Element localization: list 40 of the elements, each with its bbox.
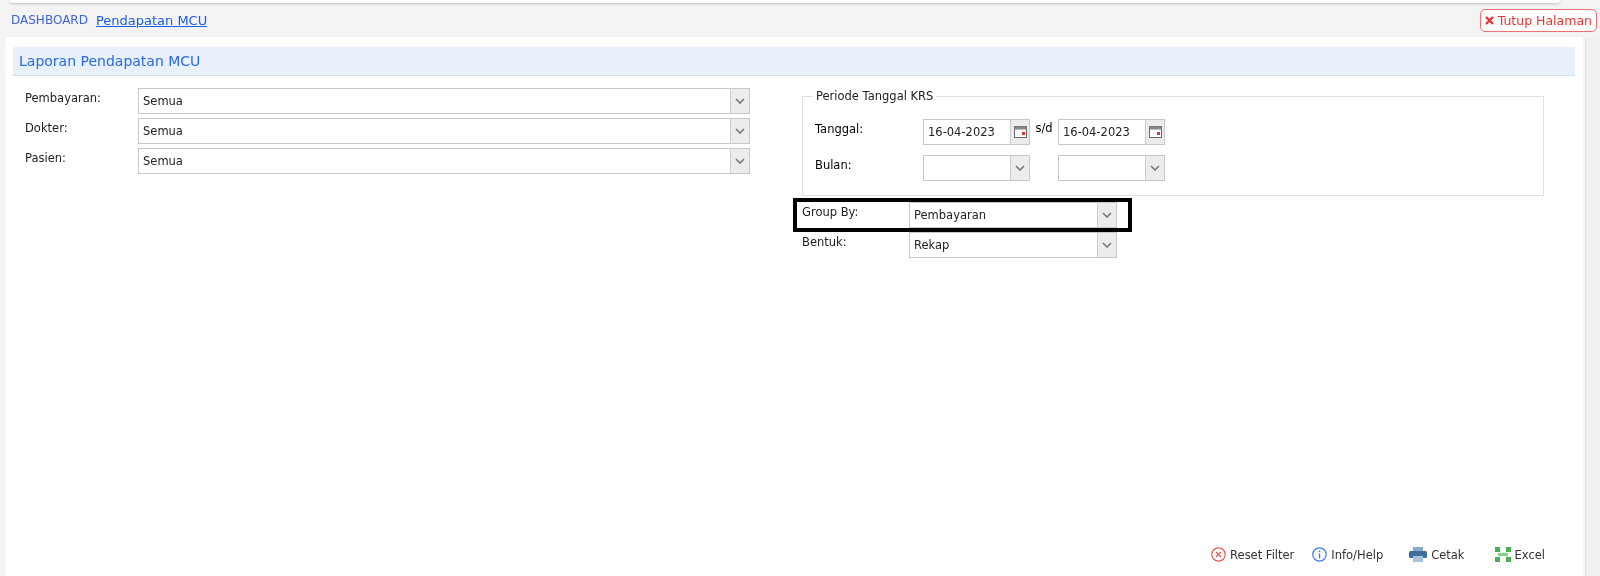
field-label: Pembayaran: xyxy=(25,90,102,105)
dropdown-field[interactable] xyxy=(923,155,1030,181)
dropdown-field[interactable]: Semua xyxy=(138,88,750,114)
help-button[interactable]: Info/Help xyxy=(1312,547,1384,562)
dropdown-field[interactable]: Semua xyxy=(138,118,750,144)
dropdown-field[interactable]: Rekap xyxy=(909,232,1117,258)
breadcrumb-link[interactable]: DASHBOARD xyxy=(11,13,88,27)
chevron-down-icon xyxy=(1102,242,1112,248)
chevron-down-icon xyxy=(735,128,745,134)
dropdown-field[interactable]: Semua xyxy=(138,148,750,174)
chevron-down-icon xyxy=(735,98,745,104)
chevron-down-icon xyxy=(1150,165,1160,171)
chevron-down-icon xyxy=(735,158,745,164)
excel-icon xyxy=(1494,547,1511,562)
close-page-button[interactable]: Tutup Halaman xyxy=(1479,8,1597,32)
field-label: Pasien: xyxy=(25,150,67,165)
field-label: Group By: xyxy=(802,204,860,219)
chevron-down-icon xyxy=(1015,165,1025,171)
close-icon xyxy=(1484,15,1494,25)
range-separator: s/d xyxy=(1034,120,1054,135)
breadcrumb-link[interactable]: Pendapatan MCU xyxy=(95,12,208,28)
field-label: Bulan: xyxy=(815,157,853,172)
dropdown-field[interactable] xyxy=(1058,155,1165,181)
chevron-down-icon xyxy=(1102,212,1112,218)
field-label: Bentuk: xyxy=(802,234,848,249)
field-label: Tanggal: xyxy=(815,121,865,136)
calendar-icon xyxy=(1013,126,1027,138)
dropdown-field[interactable]: Pembayaran xyxy=(909,202,1117,228)
date-field[interactable]: 16-04-2023 xyxy=(923,119,1030,145)
info-icon xyxy=(1312,547,1328,562)
calendar-icon xyxy=(1148,126,1162,138)
excel-button[interactable]: Excel xyxy=(1494,547,1545,562)
printer-icon xyxy=(1409,547,1428,562)
date-field[interactable]: 16-04-2023 xyxy=(1058,119,1165,145)
fieldset-legend: Periode Tanggal KRS xyxy=(813,89,937,103)
panel-title: Laporan Pendapatan MCU xyxy=(19,53,201,69)
print-button[interactable]: Cetak xyxy=(1409,547,1465,562)
field-label: Dokter: xyxy=(25,120,69,135)
reset-filter-button[interactable]: Reset Filter xyxy=(1211,547,1295,562)
close-circle-icon xyxy=(1211,547,1227,562)
